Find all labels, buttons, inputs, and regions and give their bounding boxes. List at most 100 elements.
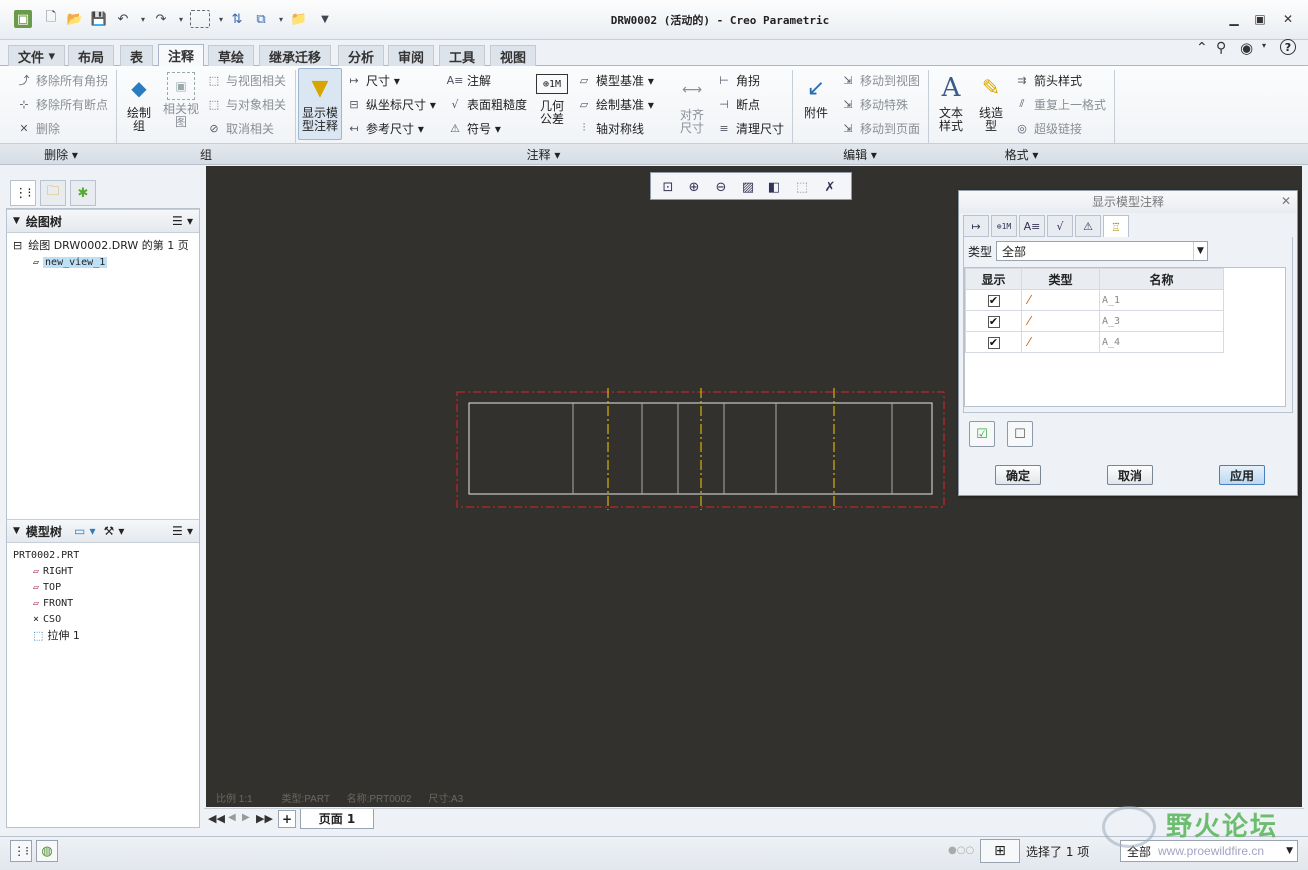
tree-node-part[interactable]: PRT0002.PRT <box>13 547 80 563</box>
column-header-name[interactable]: 名称 <box>1099 268 1224 290</box>
collapse-icon[interactable]: ▼ <box>13 526 20 536</box>
annotation-display-icon[interactable]: ✗ <box>819 176 841 198</box>
line-style-button[interactable]: ✎ 线造 型 <box>972 72 1010 133</box>
help-icon[interactable]: ? <box>1280 39 1296 55</box>
tree-node-plane[interactable]: ▱ FRONT <box>33 595 80 611</box>
tab-sketch[interactable]: 草绘 <box>208 45 255 66</box>
tab-analysis[interactable]: 分析 <box>338 45 385 66</box>
move-to-view-button[interactable]: ⇲ 移动到视图 <box>840 70 920 90</box>
undo-icon[interactable]: ↶ <box>114 10 132 28</box>
group-label-edit[interactable]: 编辑 ▾ <box>794 146 926 162</box>
group-label-delete[interactable]: 删除 ▾ <box>8 146 114 162</box>
unrelate-button[interactable]: ⊘ 取消相关 <box>206 118 274 138</box>
jog-button[interactable]: ⊢ 角拐 <box>716 70 760 90</box>
note-button[interactable]: A≡ 注解 <box>447 70 491 90</box>
next-page-icon[interactable]: ▶ <box>242 812 250 823</box>
display-style-icon[interactable]: ◧ <box>763 176 785 198</box>
repeat-last-format-button[interactable]: ⫽ 重复上一格式 <box>1014 94 1106 114</box>
group-label-format[interactable]: 格式 ▾ <box>930 146 1113 162</box>
tree-filters-icon[interactable]: ⚒ ▾ <box>103 524 124 538</box>
tab-tools[interactable]: 工具 <box>439 45 486 66</box>
group-label-annotate[interactable]: 注释 ▾ <box>296 146 791 162</box>
repaint-icon[interactable]: ▨ <box>737 176 759 198</box>
attachment-button[interactable]: ↙ 附件 <box>796 72 836 120</box>
tree-node-feature[interactable]: ⬚ 拉伸 1 <box>33 627 80 643</box>
relate-to-view-button[interactable]: ⬚ 与视图相关 <box>206 70 286 90</box>
symbol-button[interactable]: ⚠ 符号 ▾ <box>447 118 501 138</box>
symbol-tab-icon[interactable]: ⚠ <box>1075 215 1101 237</box>
datum-tab-icon[interactable]: ♖ <box>1103 215 1129 239</box>
move-to-sheet-button[interactable]: ⇲ 移动到页面 <box>840 118 920 138</box>
ok-button[interactable]: 确定 <box>995 465 1041 485</box>
tree-settings-icon[interactable]: ☰ ▾ <box>172 214 193 228</box>
collapse-icon[interactable]: ▼ <box>13 216 20 226</box>
break-button[interactable]: ⊣ 断点 <box>716 94 760 114</box>
table-row[interactable]: ✔ ⁄ A_3 <box>965 310 1224 332</box>
collapse-ribbon-icon[interactable]: ⌃ <box>1196 40 1208 56</box>
redo-dropdown-icon[interactable]: ▾ <box>172 10 190 28</box>
tab-folder-browser-icon[interactable]: 🗀 <box>40 180 66 206</box>
delete-button[interactable]: ✕ 删除 <box>16 118 60 138</box>
tree-settings-icon[interactable]: ☰ ▾ <box>172 524 193 538</box>
tab-legacy-migration[interactable]: 继承迁移 <box>259 45 332 66</box>
text-style-button[interactable]: A 文本 样式 <box>932 72 970 133</box>
table-row[interactable]: ✔ ⁄ A_4 <box>965 331 1224 353</box>
cancel-button[interactable]: 取消 <box>1107 465 1153 485</box>
help-center-icon[interactable]: ◉ <box>1240 39 1253 57</box>
gtol-tab-icon[interactable]: ⊕1M <box>991 215 1017 237</box>
help-dropdown-icon[interactable]: ▾ <box>1262 41 1266 50</box>
model-display-icon[interactable]: ▭ ▾ <box>74 524 96 538</box>
remove-all-jogs-button[interactable]: ⤴ 移除所有角拐 <box>16 70 109 90</box>
last-page-icon[interactable]: ▶▶ <box>256 812 273 825</box>
reference-dimension-button[interactable]: ↤ 参考尺寸 ▾ <box>346 118 423 138</box>
find-icon[interactable]: ⊞ <box>980 839 1020 863</box>
tab-annotate[interactable]: 注释 <box>158 44 205 66</box>
row-show-checkbox[interactable]: ✔ <box>987 336 1000 349</box>
tab-review[interactable]: 审阅 <box>388 45 435 66</box>
related-view-button[interactable]: ▣ 相关视 图 <box>160 72 202 129</box>
row-show-checkbox[interactable]: ✔ <box>987 294 1000 307</box>
restore-button[interactable]: ▣ <box>1250 10 1270 28</box>
column-header-type[interactable]: 类型 <box>1021 268 1100 290</box>
remove-all-breaks-button[interactable]: ⊹ 移除所有断点 <box>16 94 108 114</box>
hyperlink-button[interactable]: ◎ 超级链接 <box>1014 118 1082 138</box>
show-model-annotations-button[interactable]: ▼ 显示模 型注释 <box>298 68 342 140</box>
column-header-show[interactable]: 显示 <box>965 268 1022 290</box>
regenerate-icon[interactable]: ⇅ <box>228 10 246 28</box>
windows-dropdown-icon[interactable]: ▾ <box>272 10 290 28</box>
geometric-tolerance-button[interactable]: ⊕1M 几何 公差 <box>532 74 572 126</box>
tab-favorites-icon[interactable]: ✱ <box>70 180 96 206</box>
add-sheet-button[interactable]: + <box>278 810 296 828</box>
dialog-close-icon[interactable]: ✕ <box>1281 194 1291 208</box>
close-window-icon[interactable]: 📁 <box>290 10 308 28</box>
redo-icon[interactable]: ↷ <box>152 10 170 28</box>
row-show-checkbox[interactable]: ✔ <box>987 315 1000 328</box>
tree-node-csys[interactable]: ⨯ CSO <box>33 611 80 627</box>
table-row[interactable]: ✔ ⁄ A_1 <box>965 289 1224 311</box>
draft-datum-button[interactable]: ▱ 绘制基准 ▾ <box>576 94 654 114</box>
zoom-out-icon[interactable]: ⊖ <box>710 176 732 198</box>
open-icon[interactable]: 📂 <box>66 10 84 28</box>
tab-model-tree-icon[interactable]: ⋮⁝ <box>10 180 36 206</box>
close-button[interactable]: ✕ <box>1278 10 1298 28</box>
surface-finish-button[interactable]: √ 表面粗糙度 <box>447 94 527 114</box>
type-select[interactable]: 全部 ▼ <box>996 241 1208 261</box>
datum-display-icon[interactable]: ⬚ <box>791 176 813 198</box>
refit-icon[interactable]: ⊡ <box>657 176 679 198</box>
toggle-navigator-icon[interactable]: ⋮⁝ <box>10 840 32 862</box>
toggle-browser-icon[interactable]: ◍ <box>36 840 58 862</box>
save-icon[interactable]: 💾 <box>90 10 108 28</box>
dimension-tab-icon[interactable]: ↦ <box>963 215 989 237</box>
model-datum-button[interactable]: ▱ 模型基准 ▾ <box>576 70 654 90</box>
ordinate-dimension-button[interactable]: ⊟ 纵坐标尺寸 ▾ <box>346 94 435 114</box>
prev-page-icon[interactable]: ◀ <box>228 812 236 823</box>
apply-button[interactable]: 应用 <box>1219 465 1265 485</box>
tab-view[interactable]: 视图 <box>490 45 537 66</box>
zoom-in-icon[interactable]: ⊕ <box>683 176 705 198</box>
sheet-tab-1[interactable]: 页面 1 <box>300 809 374 829</box>
minimize-button[interactable]: ▁ <box>1224 10 1244 28</box>
new-icon[interactable]: 🗋 <box>42 10 60 28</box>
relate-to-object-button[interactable]: ⬚ 与对象相关 <box>206 94 286 114</box>
tab-layout[interactable]: 布局 <box>68 45 115 66</box>
first-page-icon[interactable]: ◀◀ <box>208 812 225 825</box>
